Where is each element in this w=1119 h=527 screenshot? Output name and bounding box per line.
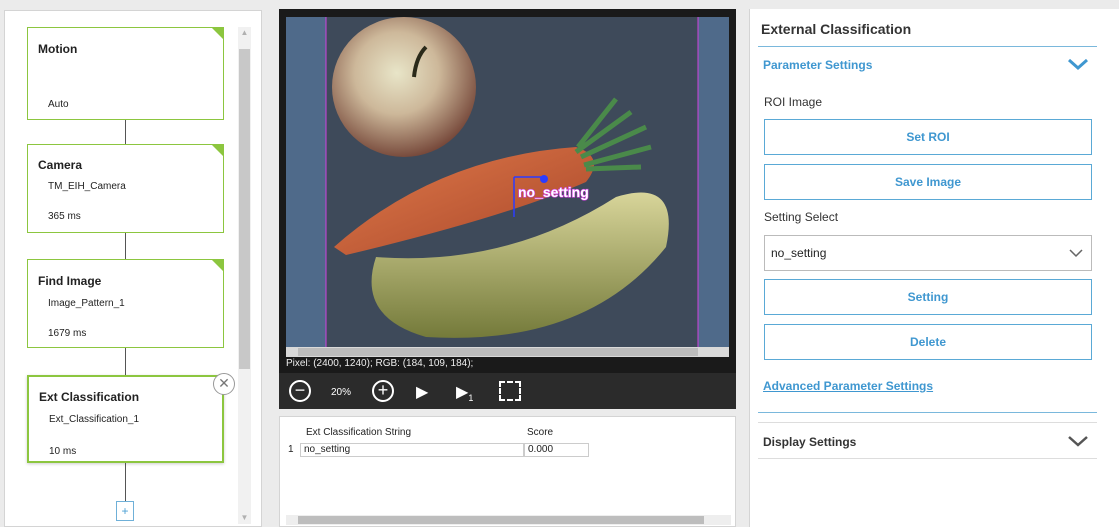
overlay-classification-label: no_setting	[518, 184, 589, 200]
node-time: 10 ms	[49, 446, 77, 457]
results-table: Ext Classification String Score 1 no_set…	[279, 416, 736, 527]
roi-image-label: ROI Image	[764, 95, 823, 109]
flow-node-motion[interactable]: Motion Auto	[27, 27, 224, 120]
pixel-status: Pixel: (2400, 1240); RGB: (184, 109, 184…	[286, 358, 474, 369]
flow-node-find-image[interactable]: Find Image Image_Pattern_1 1679 ms	[27, 259, 224, 348]
viewer-toolbar: − 20% + ▶ ▶1	[279, 373, 736, 409]
zoom-out-icon[interactable]: −	[289, 380, 311, 402]
flow-scrollbar[interactable]: ▲ ▼	[238, 27, 251, 524]
setting-select-label: Setting Select	[764, 210, 839, 224]
node-title: Motion	[38, 42, 78, 56]
chevron-down-icon	[1069, 249, 1083, 258]
flow-connector	[125, 233, 126, 259]
divider	[758, 458, 1097, 459]
node-detail: Ext_Classification_1	[49, 414, 140, 425]
scrollbar-thumb[interactable]	[239, 49, 250, 369]
node-title: Camera	[38, 158, 83, 172]
image-viewer: no_setting Pixel: (2400, 1240); RGB: (18…	[279, 9, 736, 409]
save-image-button[interactable]: Save Image	[764, 164, 1092, 200]
camera-image[interactable]: no_setting	[286, 17, 729, 357]
results-scrollbar[interactable]	[286, 515, 731, 525]
node-detail: TM_EIH_Camera	[48, 181, 126, 192]
advanced-parameter-settings-link[interactable]: Advanced Parameter Settings	[763, 379, 933, 393]
node-time: 1679 ms	[48, 328, 87, 339]
flow-node-camera[interactable]: Camera TM_EIH_Camera 365 ms	[27, 144, 224, 233]
node-title: Ext Classification	[39, 390, 140, 404]
scrollbar-thumb[interactable]	[298, 516, 704, 524]
node-detail: Image_Pattern_1	[48, 298, 125, 309]
play-icon[interactable]: ▶	[416, 382, 428, 402]
setting-button[interactable]: Setting	[764, 279, 1092, 315]
node-title: Find Image	[38, 274, 102, 288]
scroll-down-icon[interactable]: ▼	[240, 514, 249, 522]
chevron-down-icon[interactable]	[1067, 434, 1089, 448]
chevron-down-icon[interactable]	[1067, 57, 1089, 71]
produce-image: no_setting	[286, 17, 729, 357]
flow-node-ext-classification[interactable]: Ext Classification Ext_Classification_1 …	[27, 375, 224, 463]
cell-classification-string[interactable]: no_setting	[300, 443, 524, 457]
flow-connector	[125, 120, 126, 144]
zoom-level: 20%	[331, 387, 352, 398]
zoom-in-icon[interactable]: +	[372, 380, 394, 402]
panel-title: External Classification	[761, 21, 912, 37]
scroll-up-icon[interactable]: ▲	[240, 29, 249, 37]
row-index: 1	[288, 444, 294, 455]
divider	[758, 46, 1097, 47]
flow-connector	[125, 463, 126, 501]
parameter-settings-header[interactable]: Parameter Settings	[763, 58, 872, 72]
delete-button[interactable]: Delete	[764, 324, 1092, 360]
fullscreen-icon[interactable]	[499, 381, 521, 401]
remove-node-icon[interactable]: ✕	[213, 373, 235, 395]
set-roi-button[interactable]: Set ROI	[764, 119, 1092, 155]
column-header-string: Ext Classification String	[306, 427, 412, 438]
step-play-icon[interactable]: ▶1	[456, 382, 473, 403]
column-header-score: Score	[527, 427, 554, 438]
flow-connector	[125, 348, 126, 375]
setting-select-value: no_setting	[771, 246, 827, 260]
cell-score[interactable]: 0.000	[524, 443, 589, 457]
setting-select-dropdown[interactable]: no_setting	[764, 235, 1092, 271]
divider	[758, 422, 1097, 423]
node-detail: Auto	[48, 99, 69, 110]
add-node-icon[interactable]: +	[116, 501, 134, 521]
settings-panel: External Classification Parameter Settin…	[749, 9, 1119, 527]
node-time: 365 ms	[48, 211, 81, 222]
flow-panel: Motion Auto Camera TM_EIH_Camera 365 ms …	[4, 10, 262, 527]
display-settings-header[interactable]: Display Settings	[763, 435, 856, 449]
app-root: Motion Auto Camera TM_EIH_Camera 365 ms …	[0, 0, 1119, 527]
divider	[758, 412, 1097, 413]
